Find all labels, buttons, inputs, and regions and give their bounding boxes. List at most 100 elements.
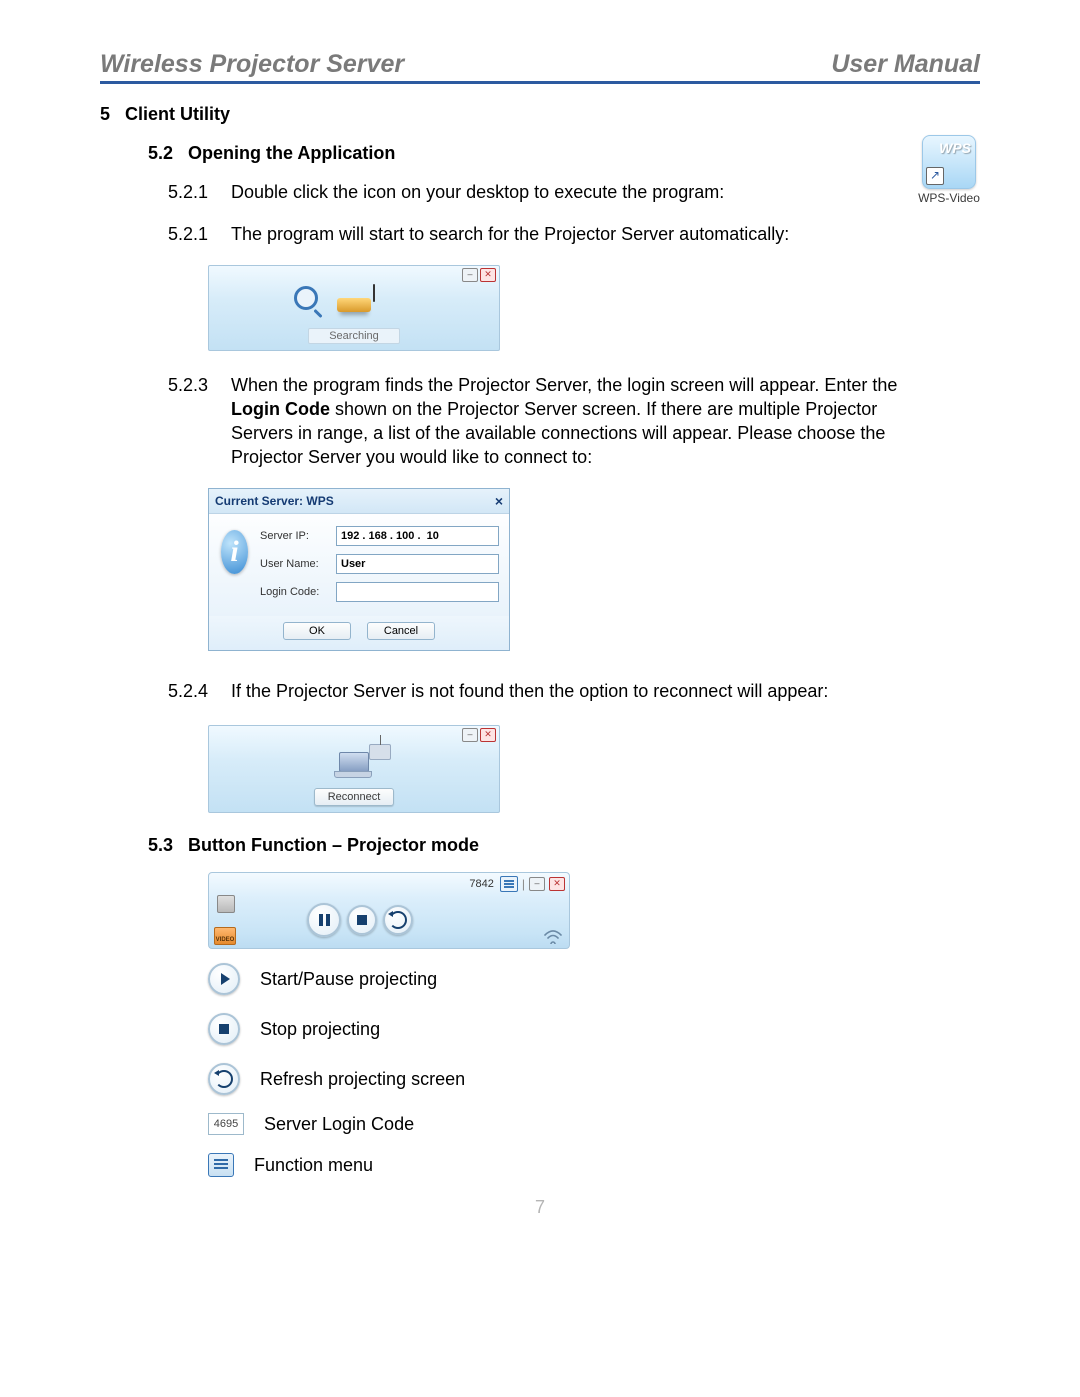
legend-row-menu: Function menu [208, 1153, 980, 1177]
video-mode-tab[interactable]: VIDEO [214, 927, 236, 945]
step-5-2-3: 5.2.3 When the program finds the Project… [168, 373, 980, 470]
stop-button[interactable] [347, 905, 377, 935]
legend-row-refresh: Refresh projecting screen [208, 1063, 980, 1095]
login-code-display: 7842 [469, 878, 493, 890]
legend-label: Start/Pause projecting [260, 969, 437, 990]
step-5-2-1-b: 5.2.1 The program will start to search f… [168, 222, 980, 246]
projector-mode-window: 7842 | – ✕ VIDEO [208, 872, 570, 949]
ok-button[interactable]: OK [283, 622, 351, 640]
refresh-button-icon [208, 1063, 240, 1095]
step-number: 5.2.1 [168, 180, 226, 204]
manual-page: Wireless Projector Server User Manual WP… [0, 0, 1080, 1258]
header-title-right: User Manual [831, 50, 980, 81]
minimize-icon[interactable]: – [462, 268, 478, 282]
searching-graphic [209, 282, 499, 328]
close-icon[interactable]: ✕ [480, 728, 496, 742]
projector-topbar: 7842 | – ✕ [209, 873, 569, 892]
separator: | [522, 877, 525, 891]
pause-button[interactable] [307, 903, 341, 937]
subsection-number: 5.3 [148, 835, 173, 855]
laptop-icon [339, 752, 369, 778]
step-text-part: shown on the Projector Server screen. If… [231, 399, 885, 468]
legend-label: Function menu [254, 1155, 373, 1176]
subsection-title: Button Function – Projector mode [188, 835, 479, 855]
login-code-box-icon: 4695 [208, 1113, 244, 1135]
window-titlebar: – ✕ [209, 266, 499, 282]
server-ip-label: Server IP: [260, 530, 330, 542]
desktop-icon-tile: WPS ↗ [922, 135, 976, 189]
login-window: Current Server: WPS × i Server IP: User … [208, 488, 510, 651]
login-code-label: Login Code: [260, 586, 330, 598]
legend-label: Server Login Code [264, 1114, 414, 1135]
mode-tabs: VIDEO [217, 895, 235, 945]
magnifier-icon [294, 286, 318, 310]
projector-body: VIDEO [209, 892, 569, 948]
section-heading-5: 5 Client Utility [100, 104, 980, 125]
page-header: Wireless Projector Server User Manual [100, 50, 980, 84]
step-text-part: When the program finds the Projector Ser… [231, 375, 897, 395]
step-number: 5.2.4 [168, 679, 226, 703]
login-window-body: i Server IP: User Name: Login Code: [209, 514, 509, 616]
server-ip-row: Server IP: [260, 526, 499, 546]
login-code-input[interactable] [336, 582, 499, 602]
step-text: Double click the icon on your desktop to… [231, 180, 771, 204]
access-point-icon [369, 744, 391, 760]
close-icon[interactable]: ✕ [480, 268, 496, 282]
legend-row-stop: Stop projecting [208, 1013, 980, 1045]
login-window-buttons: OK Cancel [209, 616, 509, 650]
close-icon[interactable]: × [495, 493, 503, 509]
searching-window: – ✕ Searching [208, 265, 500, 351]
login-code-row: Login Code: [260, 582, 499, 602]
login-fields: Server IP: User Name: Login Code: [260, 526, 499, 610]
button-legend: Start/Pause projecting Stop projecting R… [208, 963, 980, 1177]
legend-label: Stop projecting [260, 1019, 380, 1040]
cancel-button[interactable]: Cancel [367, 622, 435, 640]
legend-row-code: 4695 Server Login Code [208, 1113, 980, 1135]
reconnect-button[interactable]: Reconnect [314, 788, 394, 806]
step-text: If the Projector Server is not found the… [231, 679, 871, 703]
projector-mode-tab[interactable] [217, 895, 235, 913]
wifi-signal-icon [543, 928, 563, 944]
stop-button-icon [208, 1013, 240, 1045]
login-window-title: Current Server: WPS [215, 494, 334, 508]
section-title: Client Utility [125, 104, 230, 124]
play-button-icon [208, 963, 240, 995]
control-buttons [307, 903, 413, 937]
page-number: 7 [100, 1197, 980, 1218]
step-number: 5.2.3 [168, 373, 226, 397]
reconnect-window: – ✕ Reconnect [208, 725, 500, 813]
reconnect-graphic [209, 742, 499, 788]
minimize-icon[interactable]: – [529, 877, 545, 891]
close-icon[interactable]: ✕ [549, 877, 565, 891]
login-window-titlebar: Current Server: WPS × [209, 489, 509, 514]
wps-video-desktop-icon: WPS ↗ WPS-Video [918, 135, 980, 205]
login-code-bold: Login Code [231, 399, 330, 419]
info-icon: i [221, 530, 248, 574]
step-text: The program will start to search for the… [231, 222, 871, 246]
wps-text: WPS [939, 140, 971, 156]
server-ip-input[interactable] [336, 526, 499, 546]
minimize-icon[interactable]: – [462, 728, 478, 742]
step-5-2-1-a: 5.2.1 Double click the icon on your desk… [168, 180, 980, 204]
function-menu-icon[interactable] [500, 876, 518, 892]
shortcut-arrow-icon: ↗ [926, 167, 944, 185]
user-name-label: User Name: [260, 558, 330, 570]
legend-label: Refresh projecting screen [260, 1069, 465, 1090]
window-titlebar: – ✕ [209, 726, 499, 742]
subsection-heading-5-2: 5.2 Opening the Application [148, 143, 980, 164]
function-menu-icon [208, 1153, 234, 1177]
user-name-row: User Name: [260, 554, 499, 574]
desktop-icon-label: WPS-Video [918, 191, 980, 205]
searching-status-label: Searching [308, 328, 400, 344]
section-number: 5 [100, 104, 110, 124]
refresh-button[interactable] [383, 905, 413, 935]
subsection-number: 5.2 [148, 143, 173, 163]
router-icon [337, 298, 371, 312]
user-name-input[interactable] [336, 554, 499, 574]
step-5-2-4: 5.2.4 If the Projector Server is not fou… [168, 679, 980, 703]
header-title-left: Wireless Projector Server [100, 50, 404, 81]
subsection-title: Opening the Application [188, 143, 395, 163]
step-number: 5.2.1 [168, 222, 226, 246]
legend-row-play: Start/Pause projecting [208, 963, 980, 995]
step-text: When the program finds the Projector Ser… [231, 373, 931, 470]
